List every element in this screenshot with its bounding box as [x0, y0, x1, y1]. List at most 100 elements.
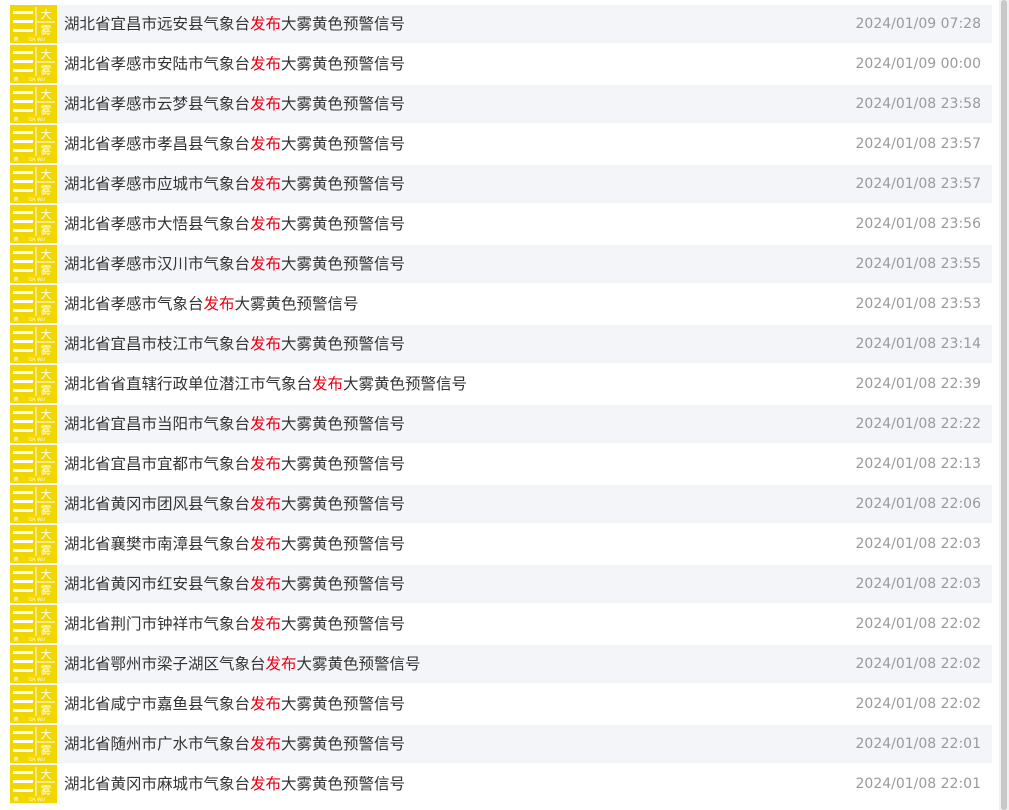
warning-title[interactable]: 湖北省宜昌市远安县气象台发布大雾黄色预警信号: [64, 5, 405, 43]
svg-text:黄: 黄: [13, 796, 18, 803]
warning-title[interactable]: 湖北省孝感市汉川市气象台发布大雾黄色预警信号: [64, 245, 405, 283]
warning-row[interactable]: 大 雾 黄 DA WU 湖北省孝感市云梦县气象台发布大雾黄色预警信号 2024/…: [10, 85, 992, 123]
issuer-text: 湖北省黄冈市团风县气象台: [64, 495, 251, 513]
issue-verb: 发布: [250, 695, 282, 713]
warning-title[interactable]: 湖北省荆门市钟祥市气象台发布大雾黄色预警信号: [64, 605, 405, 643]
warning-title[interactable]: 湖北省黄冈市团风县气象台发布大雾黄色预警信号: [64, 485, 405, 523]
svg-text:大: 大: [41, 487, 52, 501]
yellow-fog-warning-icon: 大 雾 黄 DA WU: [10, 125, 57, 163]
warning-title[interactable]: 湖北省孝感市安陆市气象台发布大雾黄色预警信号: [64, 45, 405, 83]
issuer-text: 湖北省宜昌市枝江市气象台: [64, 335, 251, 353]
warning-type-text: 大雾黄色预警信号: [281, 695, 406, 713]
yellow-fog-warning-icon: 大 雾 黄 DA WU: [10, 445, 57, 483]
yellow-fog-warning-icon: 大 雾 黄 DA WU: [10, 765, 57, 803]
svg-text:黄: 黄: [13, 116, 18, 123]
svg-text:黄: 黄: [13, 76, 18, 83]
warning-row[interactable]: 大 雾 黄 DA WU 湖北省宜昌市当阳市气象台发布大雾黄色预警信号 2024/…: [10, 405, 992, 443]
issue-verb: 发布: [250, 55, 282, 73]
warning-row[interactable]: 大 雾 黄 DA WU 湖北省荆门市钟祥市气象台发布大雾黄色预警信号 2024/…: [10, 605, 992, 643]
warning-title[interactable]: 湖北省孝感市大悟县气象台发布大雾黄色预警信号: [64, 205, 405, 243]
warning-row[interactable]: 大 雾 黄 DA WU 湖北省宜昌市远安县气象台发布大雾黄色预警信号 2024/…: [10, 5, 992, 43]
svg-text:黄: 黄: [13, 756, 18, 763]
issuer-text: 湖北省孝感市云梦县气象台: [64, 95, 251, 113]
issue-time: 2024/01/08 22:03: [855, 536, 982, 552]
warning-row[interactable]: 大 雾 黄 DA WU 湖北省咸宁市嘉鱼县气象台发布大雾黄色预警信号 2024/…: [10, 685, 992, 723]
yellow-fog-warning-icon: 大 雾 黄 DA WU: [10, 485, 57, 523]
svg-text:雾: 雾: [41, 424, 52, 437]
warning-row[interactable]: 大 雾 黄 DA WU 湖北省黄冈市红安县气象台发布大雾黄色预警信号 2024/…: [10, 565, 992, 603]
issue-time: 2024/01/09 07:28: [855, 16, 982, 32]
svg-text:黄: 黄: [13, 236, 18, 243]
warning-list: 大 雾 黄 DA WU 湖北省宜昌市远安县气象台发布大雾黄色预警信号 2024/…: [10, 5, 992, 805]
warning-type-text: 大雾黄色预警信号: [281, 775, 406, 793]
warning-row[interactable]: 大 雾 黄 DA WU 湖北省孝感市气象台发布大雾黄色预警信号 2024/01/…: [10, 285, 992, 323]
warning-type-text: 大雾黄色预警信号: [281, 55, 406, 73]
issue-verb: 发布: [312, 375, 344, 393]
warning-row[interactable]: 大 雾 黄 DA WU 湖北省孝感市孝昌县气象台发布大雾黄色预警信号 2024/…: [10, 125, 992, 163]
svg-text:雾: 雾: [41, 664, 52, 677]
warning-row[interactable]: 大 雾 黄 DA WU 湖北省孝感市应城市气象台发布大雾黄色预警信号 2024/…: [10, 165, 992, 203]
warning-type-text: 大雾黄色预警信号: [281, 175, 406, 193]
warning-title[interactable]: 湖北省咸宁市嘉鱼县气象台发布大雾黄色预警信号: [64, 685, 405, 723]
yellow-fog-warning-icon: 大 雾 黄 DA WU: [10, 205, 57, 243]
svg-text:大: 大: [41, 527, 52, 541]
yellow-fog-warning-icon: 大 雾 黄 DA WU: [10, 365, 57, 403]
svg-text:雾: 雾: [41, 344, 52, 357]
issuer-text: 湖北省孝感市大悟县气象台: [64, 215, 251, 233]
svg-text:大: 大: [41, 167, 52, 181]
warning-row[interactable]: 大 雾 黄 DA WU 湖北省随州市广水市气象台发布大雾黄色预警信号 2024/…: [10, 725, 992, 763]
svg-text:DA WU: DA WU: [29, 597, 45, 603]
issue-time: 2024/01/08 23:55: [855, 256, 982, 272]
warning-title[interactable]: 湖北省宜昌市枝江市气象台发布大雾黄色预警信号: [64, 325, 405, 363]
warning-title[interactable]: 湖北省黄冈市红安县气象台发布大雾黄色预警信号: [64, 565, 405, 603]
warning-title[interactable]: 湖北省孝感市气象台发布大雾黄色预警信号: [64, 285, 359, 323]
warning-title[interactable]: 湖北省鄂州市梁子湖区气象台发布大雾黄色预警信号: [64, 645, 421, 683]
svg-text:黄: 黄: [13, 36, 18, 43]
warning-title[interactable]: 湖北省省直辖行政单位潜江市气象台发布大雾黄色预警信号: [64, 365, 467, 403]
warning-row[interactable]: 大 雾 黄 DA WU 湖北省宜昌市宜都市气象台发布大雾黄色预警信号 2024/…: [10, 445, 992, 483]
svg-text:黄: 黄: [13, 636, 18, 643]
warning-row[interactable]: 大 雾 黄 DA WU 湖北省襄樊市南漳县气象台发布大雾黄色预警信号 2024/…: [10, 525, 992, 563]
svg-text:黄: 黄: [13, 276, 18, 283]
svg-text:黄: 黄: [13, 596, 18, 603]
svg-text:雾: 雾: [41, 584, 52, 597]
issuer-text: 湖北省咸宁市嘉鱼县气象台: [64, 695, 251, 713]
warning-title[interactable]: 湖北省孝感市应城市气象台发布大雾黄色预警信号: [64, 165, 405, 203]
warning-title[interactable]: 湖北省孝感市孝昌县气象台发布大雾黄色预警信号: [64, 125, 405, 163]
warning-row[interactable]: 大 雾 黄 DA WU 湖北省宜昌市枝江市气象台发布大雾黄色预警信号 2024/…: [10, 325, 992, 363]
svg-text:雾: 雾: [41, 24, 52, 37]
yellow-fog-warning-icon: 大 雾 黄 DA WU: [10, 325, 57, 363]
warning-title[interactable]: 湖北省黄冈市麻城市气象台发布大雾黄色预警信号: [64, 765, 405, 803]
warning-type-text: 大雾黄色预警信号: [281, 575, 406, 593]
warning-type-text: 大雾黄色预警信号: [281, 735, 406, 753]
svg-text:雾: 雾: [41, 504, 52, 517]
warning-type-text: 大雾黄色预警信号: [281, 215, 406, 233]
issue-verb: 发布: [250, 735, 282, 753]
issue-verb: 发布: [250, 15, 282, 33]
warning-title[interactable]: 湖北省宜昌市宜都市气象台发布大雾黄色预警信号: [64, 445, 405, 483]
svg-text:DA WU: DA WU: [29, 237, 45, 243]
issue-time: 2024/01/08 22:01: [855, 776, 982, 792]
issue-time: 2024/01/08 23:57: [855, 136, 982, 152]
issue-verb: 发布: [250, 535, 282, 553]
warning-row[interactable]: 大 雾 黄 DA WU 湖北省省直辖行政单位潜江市气象台发布大雾黄色预警信号 2…: [10, 365, 992, 403]
warning-row[interactable]: 大 雾 黄 DA WU 湖北省孝感市大悟县气象台发布大雾黄色预警信号 2024/…: [10, 205, 992, 243]
warning-row[interactable]: 大 雾 黄 DA WU 湖北省鄂州市梁子湖区气象台发布大雾黄色预警信号 2024…: [10, 645, 992, 683]
warning-title[interactable]: 湖北省孝感市云梦县气象台发布大雾黄色预警信号: [64, 85, 405, 123]
svg-text:DA WU: DA WU: [29, 397, 45, 403]
warning-row[interactable]: 大 雾 黄 DA WU 湖北省黄冈市团风县气象台发布大雾黄色预警信号 2024/…: [10, 485, 992, 523]
issuer-text: 湖北省孝感市孝昌县气象台: [64, 135, 251, 153]
issuer-text: 湖北省荆门市钟祥市气象台: [64, 615, 251, 633]
issue-verb: 发布: [203, 295, 235, 313]
scrollbar[interactable]: [999, 0, 1009, 810]
scrollbar-thumb[interactable]: [1001, 0, 1007, 810]
warning-type-text: 大雾黄色预警信号: [281, 255, 406, 273]
warning-row[interactable]: 大 雾 黄 DA WU 湖北省黄冈市麻城市气象台发布大雾黄色预警信号 2024/…: [10, 765, 992, 803]
svg-text:DA WU: DA WU: [29, 357, 45, 363]
warning-title[interactable]: 湖北省随州市广水市气象台发布大雾黄色预警信号: [64, 725, 405, 763]
svg-text:DA WU: DA WU: [29, 197, 45, 203]
warning-row[interactable]: 大 雾 黄 DA WU 湖北省孝感市安陆市气象台发布大雾黄色预警信号 2024/…: [10, 45, 992, 83]
warning-title[interactable]: 湖北省襄樊市南漳县气象台发布大雾黄色预警信号: [64, 525, 405, 563]
warning-title[interactable]: 湖北省宜昌市当阳市气象台发布大雾黄色预警信号: [64, 405, 405, 443]
warning-row[interactable]: 大 雾 黄 DA WU 湖北省孝感市汉川市气象台发布大雾黄色预警信号 2024/…: [10, 245, 992, 283]
